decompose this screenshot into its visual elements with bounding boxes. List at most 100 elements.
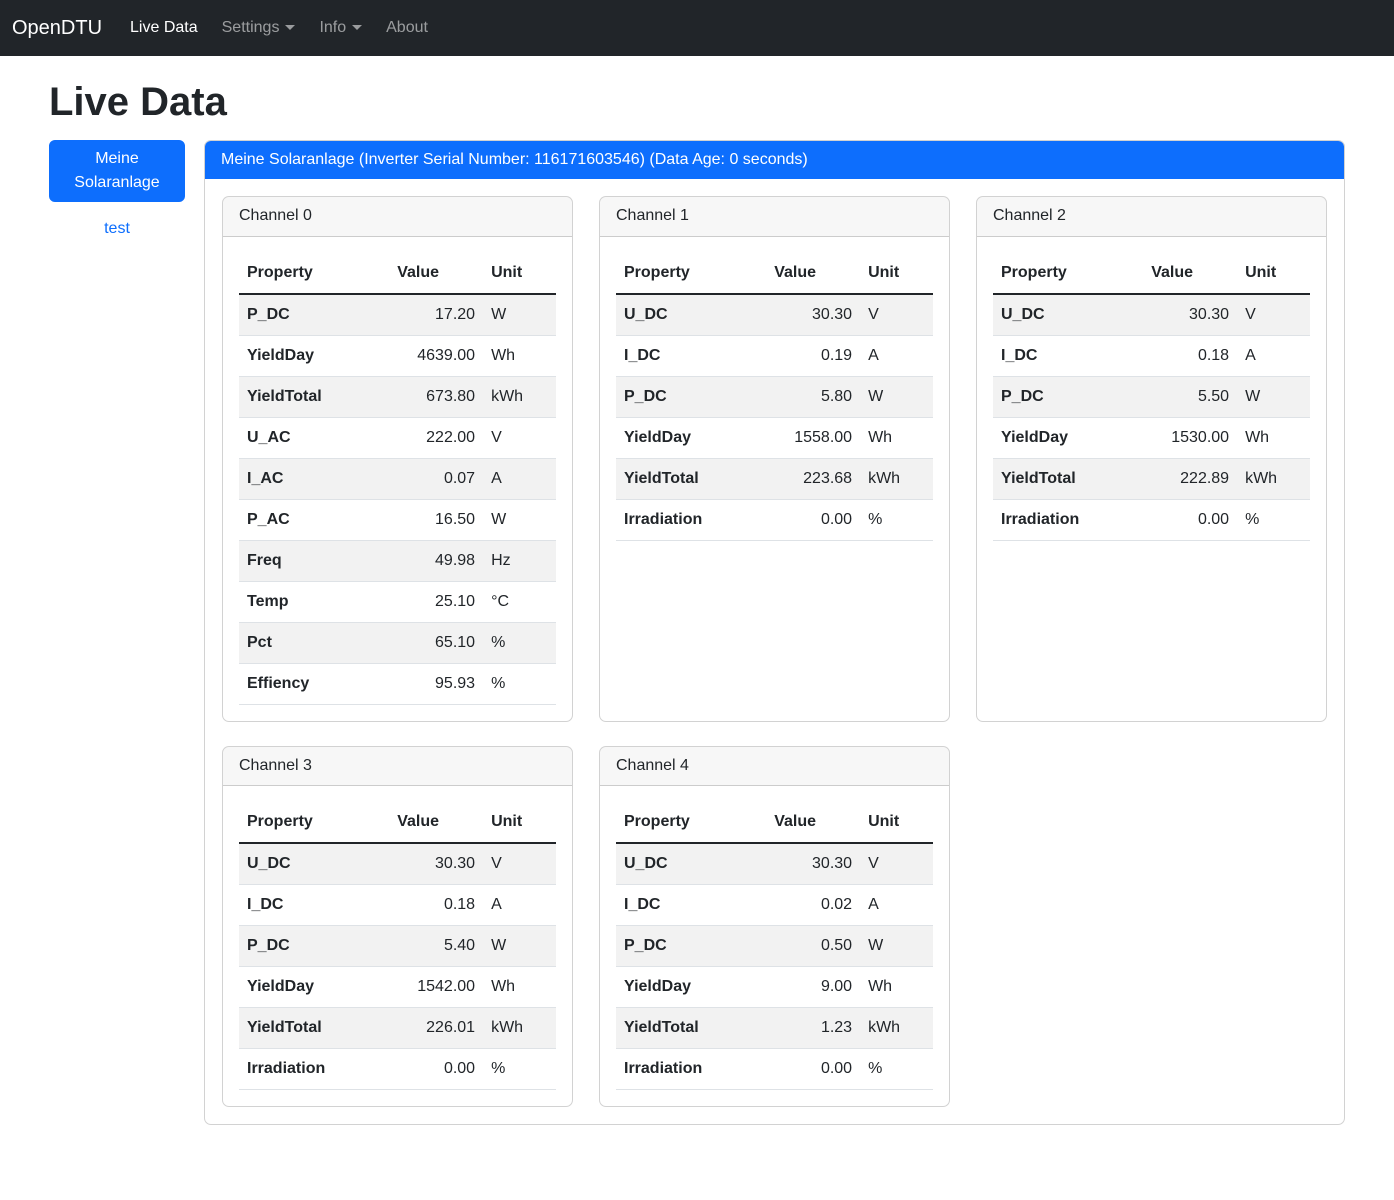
- table-row: I_DC0.18A: [239, 885, 556, 926]
- unit-cell: W: [483, 499, 556, 540]
- value-cell: 0.50: [730, 926, 860, 967]
- unit-cell: kWh: [860, 1008, 933, 1049]
- property-cell: I_DC: [616, 335, 730, 376]
- page-title: Live Data: [49, 78, 1345, 126]
- nav-item-settings-label: Settings: [222, 19, 280, 36]
- unit-cell: Wh: [1237, 417, 1310, 458]
- unit-cell: Wh: [860, 967, 933, 1008]
- value-cell: 222.89: [1107, 458, 1237, 499]
- table-row: Irradiation0.00%: [239, 1049, 556, 1090]
- value-cell: 30.30: [730, 843, 860, 885]
- column-header-property: Property: [616, 802, 730, 843]
- table-row: P_AC16.50W: [239, 499, 556, 540]
- inverter-select-button[interactable]: Meine Solaranlage: [49, 140, 185, 202]
- column-header-value: Value: [353, 253, 483, 294]
- table-row: Irradiation0.00%: [616, 499, 933, 540]
- unit-cell: V: [860, 843, 933, 885]
- property-cell: Pct: [239, 622, 353, 663]
- value-cell: 9.00: [730, 967, 860, 1008]
- column-header-unit: Unit: [860, 253, 933, 294]
- property-cell: YieldTotal: [616, 1008, 730, 1049]
- unit-cell: A: [860, 335, 933, 376]
- table-header-row: Property Value Unit: [616, 802, 933, 843]
- channel-table: Property Value Unit U_DC30.30VI_DC0.18AP…: [239, 802, 556, 1090]
- unit-cell: %: [483, 1049, 556, 1090]
- property-cell: Irradiation: [239, 1049, 353, 1090]
- property-cell: Irradiation: [993, 499, 1107, 540]
- table-row: Irradiation0.00%: [993, 499, 1310, 540]
- table-row: YieldDay4639.00Wh: [239, 335, 556, 376]
- value-cell: 223.68: [730, 458, 860, 499]
- nav-item-about[interactable]: About: [374, 11, 440, 45]
- property-cell: Effiency: [239, 663, 353, 704]
- unit-cell: %: [483, 663, 556, 704]
- value-cell: 0.18: [1107, 335, 1237, 376]
- table-row: YieldTotal226.01kWh: [239, 1008, 556, 1049]
- property-cell: P_AC: [239, 499, 353, 540]
- property-cell: P_DC: [239, 926, 353, 967]
- channel-title: Channel 1: [600, 197, 949, 236]
- column-header-unit: Unit: [1237, 253, 1310, 294]
- value-cell: 0.00: [730, 1049, 860, 1090]
- test-inverter-link[interactable]: test: [49, 220, 185, 238]
- channel-rows: U_DC30.30VI_DC0.19AP_DC5.80WYieldDay1558…: [616, 294, 933, 541]
- unit-cell: W: [860, 376, 933, 417]
- unit-cell: °C: [483, 581, 556, 622]
- inverter-card-body: Channel 0 Property Value Unit P_DC17.20W…: [205, 179, 1344, 1124]
- channel-rows: U_DC30.30VI_DC0.18AP_DC5.40WYieldDay1542…: [239, 843, 556, 1090]
- value-cell: 49.98: [353, 540, 483, 581]
- table-row: I_DC0.18A: [993, 335, 1310, 376]
- column-header-property: Property: [993, 253, 1107, 294]
- value-cell: 1558.00: [730, 417, 860, 458]
- navbar: OpenDTU Live Data Settings Info About: [0, 0, 1394, 56]
- property-cell: YieldDay: [239, 335, 353, 376]
- value-cell: 0.02: [730, 885, 860, 926]
- unit-cell: A: [1237, 335, 1310, 376]
- table-row: P_DC5.80W: [616, 376, 933, 417]
- value-cell: 30.30: [730, 294, 860, 336]
- column-header-value: Value: [730, 253, 860, 294]
- nav-item-settings[interactable]: Settings: [210, 11, 308, 45]
- property-cell: YieldDay: [616, 967, 730, 1008]
- brand-logo[interactable]: OpenDTU: [12, 17, 102, 40]
- value-cell: 30.30: [1107, 294, 1237, 336]
- table-row: YieldDay1530.00Wh: [993, 417, 1310, 458]
- table-row: YieldTotal1.23kWh: [616, 1008, 933, 1049]
- inverter-card-header: Meine Solaranlage (Inverter Serial Numbe…: [205, 141, 1344, 179]
- property-cell: P_DC: [616, 376, 730, 417]
- table-row: P_DC5.40W: [239, 926, 556, 967]
- nav-item-live-data[interactable]: Live Data: [118, 11, 210, 45]
- column-header-value: Value: [730, 802, 860, 843]
- property-cell: YieldDay: [993, 417, 1107, 458]
- value-cell: 0.00: [353, 1049, 483, 1090]
- column-header-property: Property: [239, 802, 353, 843]
- value-cell: 65.10: [353, 622, 483, 663]
- property-cell: I_AC: [239, 458, 353, 499]
- value-cell: 222.00: [353, 417, 483, 458]
- channels-grid: Channel 0 Property Value Unit P_DC17.20W…: [222, 196, 1327, 1107]
- chevron-down-icon: [285, 25, 295, 30]
- unit-cell: A: [483, 458, 556, 499]
- column-header-value: Value: [353, 802, 483, 843]
- inverter-sidebar: Meine Solaranlage test: [49, 140, 185, 238]
- nav-item-info[interactable]: Info: [307, 11, 374, 45]
- table-row: I_AC0.07A: [239, 458, 556, 499]
- table-row: YieldDay1558.00Wh: [616, 417, 933, 458]
- channel-card: Channel 4 Property Value Unit U_DC30.30V…: [599, 746, 950, 1107]
- channel-table: Property Value Unit U_DC30.30VI_DC0.18AP…: [993, 253, 1310, 541]
- channel-body: Property Value Unit U_DC30.30VI_DC0.02AP…: [600, 786, 949, 1106]
- table-header-row: Property Value Unit: [239, 802, 556, 843]
- channel-body: Property Value Unit P_DC17.20WYieldDay46…: [223, 237, 572, 721]
- channel-title: Channel 2: [977, 197, 1326, 236]
- table-row: I_DC0.02A: [616, 885, 933, 926]
- property-cell: Irradiation: [616, 1049, 730, 1090]
- value-cell: 0.00: [730, 499, 860, 540]
- value-cell: 673.80: [353, 376, 483, 417]
- property-cell: U_AC: [239, 417, 353, 458]
- unit-cell: W: [860, 926, 933, 967]
- value-cell: 0.00: [1107, 499, 1237, 540]
- property-cell: Temp: [239, 581, 353, 622]
- unit-cell: %: [483, 622, 556, 663]
- column-header-value: Value: [1107, 253, 1237, 294]
- table-row: U_AC222.00V: [239, 417, 556, 458]
